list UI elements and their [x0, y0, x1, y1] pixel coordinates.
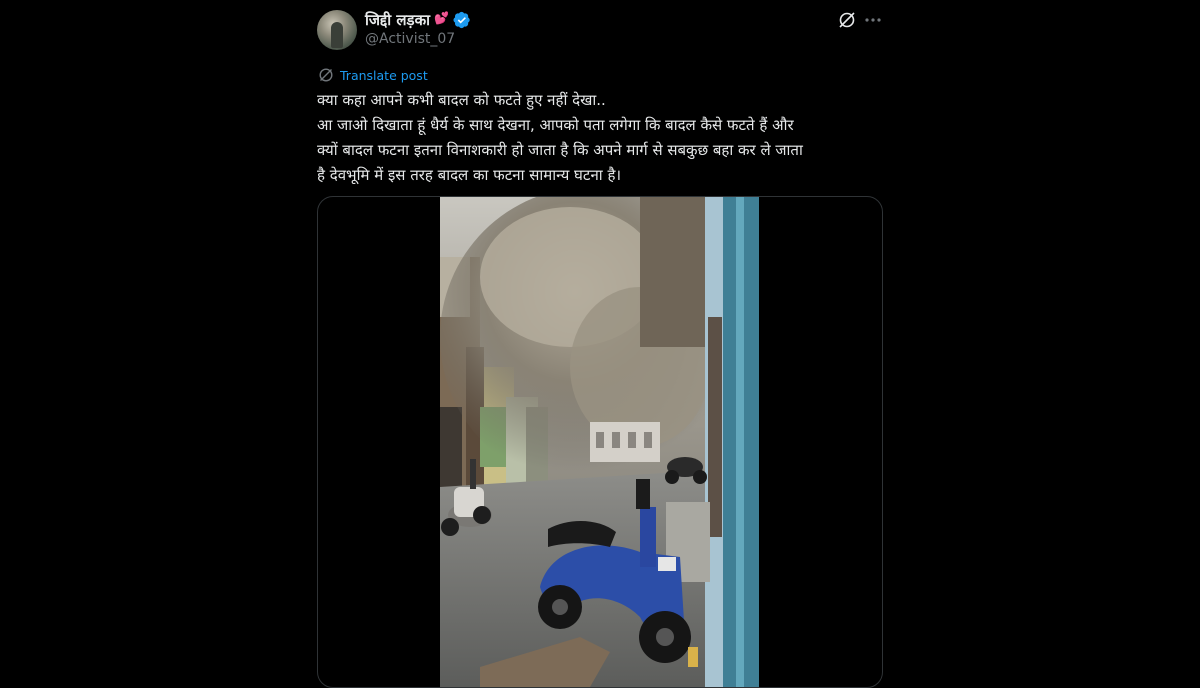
avatar-figure	[331, 22, 343, 48]
tweet-post: जिद्दी लड़का 💕 @Activist_07 Translate po…	[317, 0, 883, 688]
media-container	[317, 196, 883, 688]
author-name-row: जिद्दी लड़का 💕	[365, 9, 471, 31]
video-player[interactable]	[440, 197, 759, 687]
heart-icon: 💕	[433, 11, 449, 25]
author-display-name[interactable]: जिद्दी लड़का	[365, 10, 430, 30]
author-handle[interactable]: @Activist_07	[365, 31, 455, 47]
avatar[interactable]	[317, 10, 357, 50]
globe-icon	[319, 68, 333, 82]
translate-post-button[interactable]: Translate post	[317, 66, 428, 84]
post-text-line: आ जाओ दिखाता हूं धैर्य के साथ देखना, आपक…	[317, 116, 794, 134]
verified-badge-icon	[453, 11, 470, 29]
post-text: क्या कहा आपने कभी बादल को फटते हुए नहीं …	[317, 88, 883, 188]
grok-icon[interactable]	[837, 10, 857, 30]
translate-post-label: Translate post	[340, 67, 428, 83]
post-text-line: क्यों बादल फटना इतना विनाशकारी हो जाता ह…	[317, 141, 803, 159]
more-options-icon[interactable]	[863, 10, 883, 30]
post-text-line: क्या कहा आपने कभी बादल को फटते हुए नहीं …	[317, 91, 606, 109]
post-text-line: है देवभूमि में इस तरह बादल का फटना सामान…	[317, 166, 622, 184]
video-still-image	[440, 197, 759, 687]
